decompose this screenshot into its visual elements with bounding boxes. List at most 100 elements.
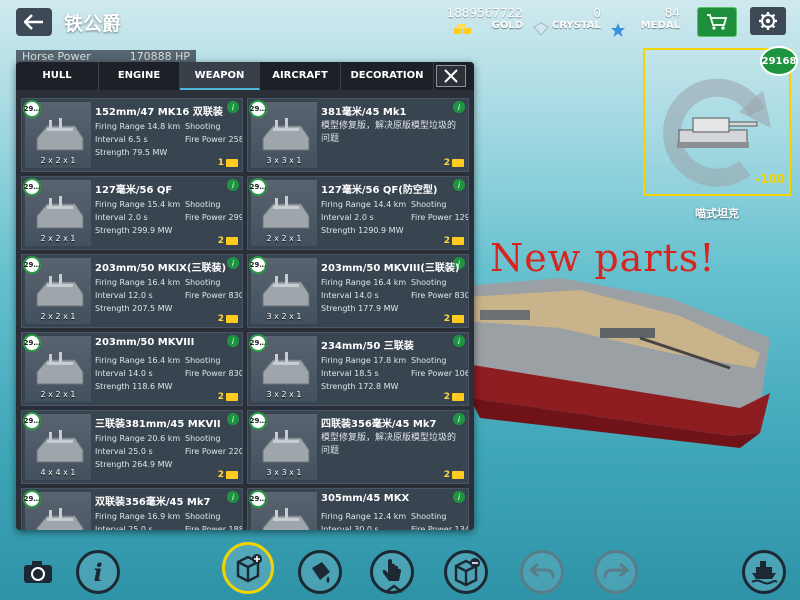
tab-aircraft[interactable]: AIRCRAFT [260, 62, 341, 90]
part-count-badge: 29… [249, 412, 267, 430]
paint-bucket-icon [312, 562, 330, 583]
part-cost: 2 [444, 392, 464, 402]
part-name: 四联装356毫米/45 Mk7 [321, 419, 437, 430]
tab-hull[interactable]: HULL [16, 62, 99, 90]
interval: Interval 2.0 s [321, 213, 374, 222]
part-cost-value: 2 [217, 236, 224, 246]
shooting-mode: Shooting [185, 278, 221, 287]
remove-part-button[interactable] [444, 550, 488, 594]
part-cost: 2 [218, 314, 238, 324]
part-card[interactable]: 29… i 3 x 2 x 1 234mm/50 三联装 Firing Range 17… [247, 332, 469, 406]
info-icon[interactable]: i [227, 413, 239, 425]
turret-model-icon [36, 352, 84, 385]
shooting-mode: Shooting [185, 512, 221, 521]
info-icon[interactable]: i [453, 413, 465, 425]
part-card[interactable]: 29… i 4 x 4 x 1 三联装381mm/45 MKVII Firing Ran… [21, 410, 243, 484]
close-icon [444, 69, 458, 83]
interval: Interval 14.0 s [95, 369, 153, 378]
part-name: 381毫米/45 Mk1 [321, 107, 407, 118]
ship-hull-render [440, 278, 770, 448]
interval: Interval 2.0 s [95, 213, 148, 222]
gold-bars-icon [452, 471, 464, 479]
strength: Strength 299.9 MW [95, 226, 173, 235]
settings-button[interactable] [750, 7, 786, 35]
part-name: 127毫米/56 QF [95, 185, 173, 196]
strength: Strength 207.5 MW [95, 304, 173, 313]
tab-engine[interactable]: ENGINE [99, 62, 180, 90]
turret-model-icon [262, 430, 310, 463]
close-panel-button[interactable] [436, 65, 466, 87]
part-card[interactable]: 29… i 2 x 2 x 1 127毫米/56 QF(防空型) Firing Rang… [247, 176, 469, 250]
part-card[interactable]: 29… i 3 x 3 x 1 381毫米/45 Mk1 模型修复版，解决原版模型垃圾的… [247, 98, 469, 172]
part-stats: Firing Range 15.4 km Shooting Interval 2.0… [95, 198, 242, 237]
info-icon[interactable]: i [227, 335, 239, 347]
strength: Strength 118.6 MW [95, 382, 173, 391]
gear-icon [759, 12, 777, 30]
info-icon[interactable]: i [453, 101, 465, 113]
part-stats: Firing Range 12.4 km Shooting Interval 30.… [321, 510, 468, 530]
part-count-badge: 29… [249, 178, 267, 196]
part-grid-size: 4 x 4 x 1 [40, 468, 76, 477]
strength: Strength 79.5 MW [95, 148, 168, 157]
chevron-up-icon [385, 584, 403, 593]
info-icon[interactable]: i [453, 179, 465, 191]
camera-button[interactable] [20, 556, 56, 588]
add-part-box-icon [236, 554, 262, 583]
redo-arrow-icon [603, 562, 630, 579]
part-cost: 1 [218, 158, 238, 168]
info-icon[interactable]: i [227, 101, 239, 113]
part-card[interactable]: 29… i 2 x 2 x 1 127毫米/56 QF Firing Range 15.… [21, 176, 243, 250]
info-icon[interactable]: i [227, 257, 239, 269]
part-grid-size: 2 x 2 x 1 [40, 312, 76, 321]
part-stats: Firing Range 16.4 km Shooting Interval 14.… [95, 354, 242, 393]
undo-button[interactable] [520, 550, 564, 594]
hand-pointer-icon [382, 559, 401, 581]
part-card[interactable]: 29… i 305mm/45 MKX Firing Range 12.4 km Shoo… [247, 488, 469, 530]
gold-bars-icon [226, 471, 238, 479]
fire-power: Fire Power 830.1 MJ [185, 291, 242, 300]
turret-model-icon [36, 508, 84, 530]
back-button[interactable] [16, 8, 52, 36]
info-icon[interactable]: i [227, 491, 239, 503]
firing-range: Firing Range 16.9 km [95, 512, 181, 521]
turret-model-icon [262, 508, 310, 530]
launch-ship-button[interactable] [742, 550, 786, 594]
part-card[interactable]: 29… i 3 x 2 x 1 203mm/50 MKVIII(三联装) Firing … [247, 254, 469, 328]
part-card[interactable]: 29… i 2 x 2 x 1 203mm/50 MKVIII Firing Range… [21, 332, 243, 406]
part-grid-size: 3 x 2 x 1 [266, 312, 302, 321]
tab-weapon[interactable]: WEAPON [180, 62, 260, 90]
info-icon[interactable]: i [453, 335, 465, 347]
redo-button[interactable] [594, 550, 638, 594]
gold-bars-icon [452, 237, 464, 245]
crystal-icon [533, 22, 549, 36]
paint-button[interactable] [298, 550, 342, 594]
new-parts-annotation: New parts! [490, 236, 716, 280]
add-part-button[interactable] [222, 542, 274, 594]
part-count-badge: 29… [249, 490, 267, 508]
shop-button[interactable] [697, 7, 737, 37]
info-icon[interactable]: i [227, 179, 239, 191]
interval: Interval 30.0 s [321, 525, 379, 530]
part-cost-value: 1 [217, 158, 224, 168]
info-button[interactable]: i [76, 550, 120, 594]
part-card[interactable]: 29… i 2 x 2 x 1 152mm/47 MK16 双联装 Firing Ran… [21, 98, 243, 172]
part-card[interactable]: 29… i 3 x 3 x 1 四联装356毫米/45 Mk7 模型修复版，解决原版模型… [247, 410, 469, 484]
part-count-badge: 29… [23, 334, 41, 352]
fire-power: Fire Power 1880.6 MJ [185, 525, 243, 530]
info-icon[interactable]: i [453, 491, 465, 503]
tab-decoration[interactable]: DECORATION [341, 62, 434, 90]
part-card[interactable]: 29… i 双联装356毫米/45 Mk7 Firing Range 16.9 km S… [21, 488, 243, 530]
turret-model-icon [36, 274, 84, 307]
info-icon: i [93, 557, 103, 587]
part-count-badge: 29… [23, 490, 41, 508]
part-cost: 2 [218, 470, 238, 480]
part-count-badge: 29… [23, 178, 41, 196]
part-cost-value: 2 [217, 470, 224, 480]
strength: Strength 264.9 MW [95, 460, 173, 469]
part-card[interactable]: 29… i 2 x 2 x 1 203mm/50 MKIX(三联装) Firing Ra… [21, 254, 243, 328]
part-name: 三联装381mm/45 MKVII [95, 419, 221, 430]
firing-range: Firing Range 12.4 km [321, 512, 407, 521]
preview-count-badge: 29168 [760, 46, 798, 76]
part-grid-size: 3 x 3 x 1 [266, 468, 302, 477]
part-cost-value: 2 [443, 392, 450, 402]
